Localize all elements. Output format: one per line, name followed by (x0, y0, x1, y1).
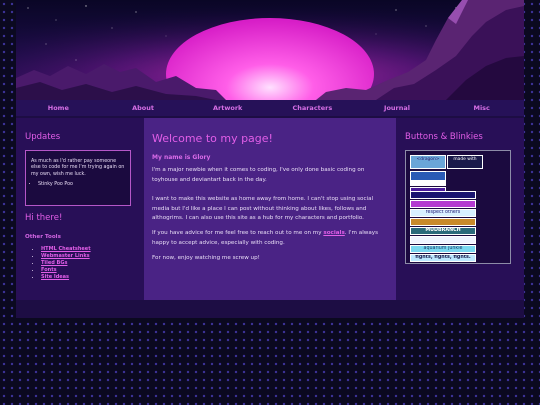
intro-paragraph-1: I'm a major newbie when it comes to codi… (152, 167, 365, 183)
blinkie-4[interactable] (410, 218, 476, 226)
nav-characters[interactable]: Characters (270, 100, 355, 116)
link-fonts[interactable]: Fonts (41, 267, 57, 273)
blinkie-6[interactable] (410, 236, 476, 244)
link-webmaster-links[interactable]: Webmaster Links (41, 253, 90, 259)
blinkies-box: <dragon> made with respect others MUDBRA… (405, 150, 511, 264)
blinkie-2[interactable] (410, 200, 476, 208)
tools-list: HTML Cheatsheet Webmaster Links Tiled BG… (25, 246, 91, 281)
nav-misc[interactable]: Misc (439, 100, 524, 116)
site-container: Home About Artwork Characters Journal Mi… (16, 0, 524, 318)
nav-about[interactable]: About (101, 100, 186, 116)
socials-link[interactable]: socials (323, 230, 344, 236)
badge-button-1[interactable]: <dragon> (410, 155, 446, 169)
blinkie-3[interactable]: respect others (410, 209, 476, 217)
updates-box: As much as I'd rather pay someone else t… (25, 150, 131, 206)
update-item: Stinky Poo Poo (38, 182, 125, 188)
blinkie-1[interactable] (410, 191, 476, 199)
nav-artwork[interactable]: Artwork (185, 100, 270, 116)
blinkie-5[interactable]: MUDBRANCH (410, 227, 476, 235)
intro-paragraph-2: I want to make this website as home away… (152, 196, 374, 221)
blinkie-7[interactable]: aquarium junkie (410, 245, 476, 253)
page-title: Welcome to my page! (152, 132, 273, 145)
header-banner (16, 0, 524, 100)
main-nav: Home About Artwork Characters Journal Mi… (16, 100, 524, 116)
badge-button-4[interactable] (410, 181, 446, 186)
badge-button-2[interactable]: made with (447, 155, 483, 169)
intro-paragraph-3: If you have advice for me feel free to r… (152, 230, 378, 246)
left-sidebar: Updates As much as I'd rather pay someon… (16, 118, 144, 300)
link-tiled-bgs[interactable]: Tiled BGs (41, 260, 67, 266)
synthwave-sunset-image (16, 0, 524, 100)
update-list: Stinky Poo Poo (31, 182, 125, 188)
page-subtitle: My name is Glory (152, 154, 211, 161)
link-html-cheatsheet[interactable]: HTML Cheatsheet (41, 246, 91, 252)
nav-home[interactable]: Home (16, 100, 101, 116)
blinkie-8[interactable]: fights, fights, fights. (410, 254, 476, 262)
nav-journal[interactable]: Journal (355, 100, 440, 116)
updates-heading: Updates (25, 132, 61, 142)
hi-there-heading: Hi there! (25, 213, 63, 223)
link-site-ideas[interactable]: Site Ideas (41, 274, 69, 280)
right-sidebar: Buttons & Blinkies <dragon> made with re… (396, 118, 524, 300)
other-tools-heading: Other Tools (25, 234, 61, 240)
intro-paragraph-4: For now, enjoy watching me screw up! (152, 255, 260, 261)
badge-button-3[interactable] (410, 171, 446, 181)
update-text: As much as I'd rather pay someone else t… (31, 159, 125, 177)
main-content: Welcome to my page! My name is Glory I'm… (144, 118, 396, 300)
buttons-blinkies-heading: Buttons & Blinkies (405, 132, 483, 142)
